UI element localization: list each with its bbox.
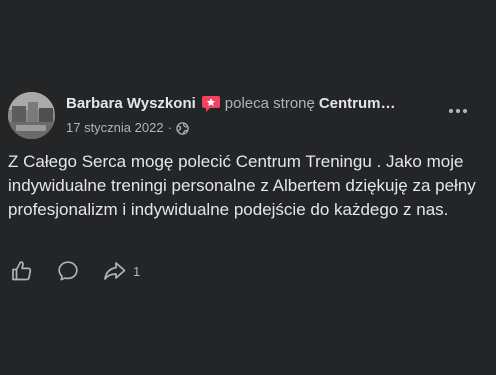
globe-icon[interactable] xyxy=(176,121,189,135)
post-text: Z Całego Serca mogę polecić Centrum Tren… xyxy=(8,152,476,219)
recommended-page-link[interactable]: Centrum… xyxy=(319,94,396,114)
speech-bubble-star-icon xyxy=(201,95,221,113)
avatar-photo xyxy=(8,92,55,139)
post-meta: Barbara Wyszkoni poleca stronę Centrum… … xyxy=(66,94,446,136)
comment-button[interactable] xyxy=(56,259,80,283)
post-title-line: Barbara Wyszkoni poleca stronę Centrum… xyxy=(66,94,446,114)
recommends-text: poleca stronę xyxy=(224,95,315,112)
like-button[interactable] xyxy=(10,259,34,283)
thumbs-up-icon xyxy=(10,259,34,283)
separator-dot: · xyxy=(167,120,172,135)
share-count: 1 xyxy=(133,263,141,279)
share-button[interactable]: 1 xyxy=(102,259,140,283)
ellipsis-icon[interactable] xyxy=(444,100,472,122)
recommendation-post: Barbara Wyszkoni poleca stronę Centrum… … xyxy=(0,0,496,375)
author-name[interactable]: Barbara Wyszkoni xyxy=(66,94,196,114)
post-header: Barbara Wyszkoni poleca stronę Centrum… … xyxy=(8,92,488,140)
post-subtitle-line: 17 stycznia 2022 · xyxy=(66,120,446,136)
avatar[interactable] xyxy=(8,92,55,139)
post-actions: 1 xyxy=(10,258,162,284)
post-date[interactable]: 17 stycznia 2022 xyxy=(66,120,164,136)
comment-bubble-icon xyxy=(56,259,80,283)
share-arrow-icon xyxy=(102,259,128,283)
